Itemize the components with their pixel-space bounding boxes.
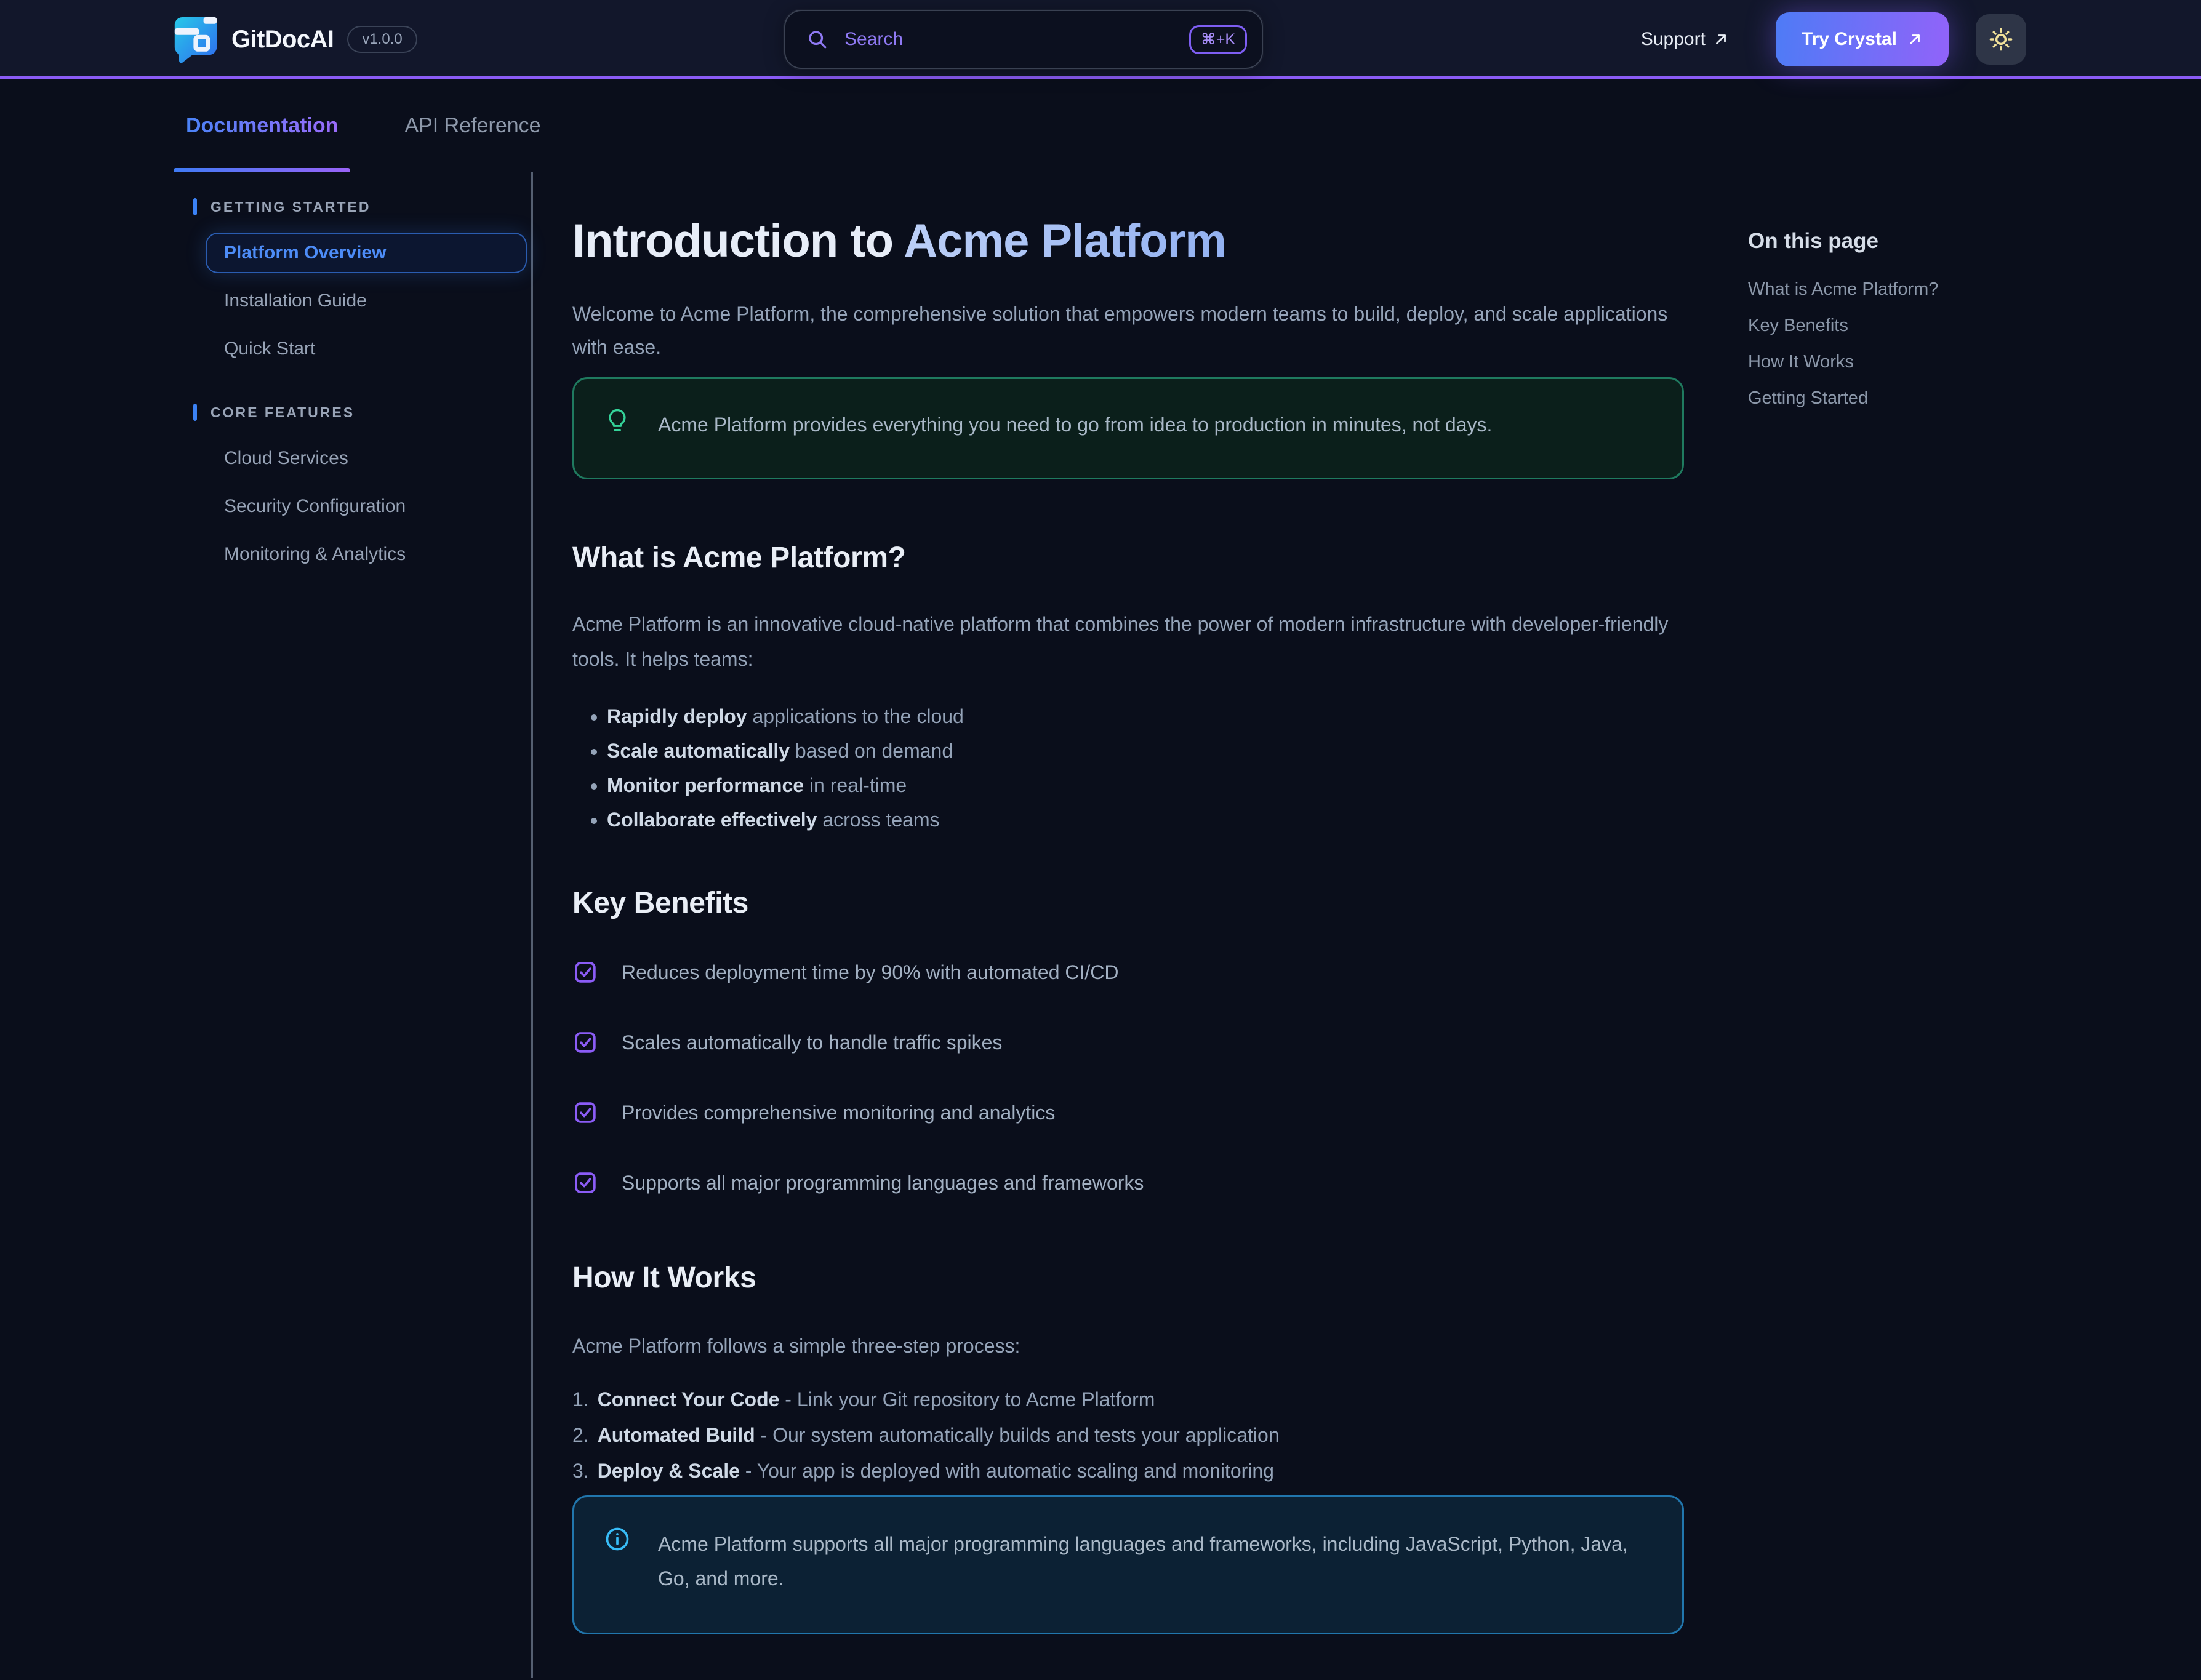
- section-accent-bar: [193, 404, 197, 421]
- list-item: Monitor performance in real-time: [607, 773, 1684, 798]
- page: GitDocAI v1.0.0 Search ⌘+K Support Try C…: [0, 0, 2201, 1680]
- navbar-actions: Support Try Crystal: [1641, 0, 2026, 79]
- support-link[interactable]: Support: [1641, 29, 1729, 50]
- tip-callout: Acme Platform provides everything you ne…: [572, 377, 1684, 479]
- sidebar-item-security-configuration[interactable]: Security Configuration: [206, 486, 527, 527]
- checkbox-checked-icon: [572, 959, 598, 985]
- heading-what-is-acme: What is Acme Platform?: [572, 541, 1684, 575]
- toc-link-how-it-works[interactable]: How It Works: [1748, 352, 2201, 372]
- lightbulb-icon: [604, 407, 631, 441]
- version-badge: v1.0.0: [347, 26, 417, 53]
- search-shortcut-badge: ⌘+K: [1189, 25, 1247, 54]
- primary-tabs: Documentation API Reference: [0, 79, 2201, 172]
- sidebar-section-getting-started: GETTING STARTED: [193, 198, 531, 215]
- page-title-accent: Acme Platform: [904, 215, 1225, 267]
- tab-documentation[interactable]: Documentation: [174, 79, 350, 172]
- info-callout: Acme Platform supports all major program…: [572, 1495, 1684, 1634]
- try-crystal-button[interactable]: Try Crystal: [1776, 12, 1949, 66]
- benefit-row: Reduces deployment time by 90% with auto…: [572, 959, 1684, 985]
- list-item: Rapidly deploy applications to the cloud: [607, 704, 1684, 729]
- page-title: Introduction to Acme Platform: [572, 214, 1684, 268]
- external-link-arrow-icon: [1907, 31, 1923, 47]
- content-layout: GETTING STARTED Platform Overview Instal…: [0, 172, 2201, 1678]
- how-paragraph: Acme Platform follows a simple three-ste…: [572, 1329, 1684, 1362]
- section-accent-bar: [193, 198, 197, 215]
- sidebar-spacer: [0, 377, 531, 404]
- benefit-row: Scales automatically to handle traffic s…: [572, 1030, 1684, 1055]
- benefit-row: Provides comprehensive monitoring and an…: [572, 1100, 1684, 1126]
- toc-link-getting-started[interactable]: Getting Started: [1748, 388, 2201, 409]
- step-item: 1.Connect Your Code - Link your Git repo…: [572, 1387, 1684, 1412]
- tab-api-reference[interactable]: API Reference: [392, 79, 553, 172]
- heading-key-benefits: Key Benefits: [572, 886, 1684, 920]
- external-link-arrow-icon: [1713, 31, 1729, 47]
- gitdoc-logo-icon: [174, 16, 218, 63]
- sidebar-section-core-features: CORE FEATURES: [193, 404, 531, 421]
- intro-paragraph: Welcome to Acme Platform, the comprehens…: [572, 297, 1684, 364]
- on-this-page: On this page What is Acme Platform? Key …: [1684, 172, 2201, 1678]
- info-callout-text: Acme Platform supports all major program…: [658, 1526, 1653, 1596]
- top-navbar: GitDocAI v1.0.0 Search ⌘+K Support Try C…: [0, 0, 2201, 79]
- sidebar-item-monitoring-analytics[interactable]: Monitoring & Analytics: [206, 534, 527, 575]
- brand-group[interactable]: GitDocAI v1.0.0: [174, 0, 417, 79]
- checkbox-checked-icon: [572, 1030, 598, 1055]
- search-placeholder: Search: [844, 29, 903, 50]
- checkbox-checked-icon: [572, 1100, 598, 1126]
- docs-sidebar: GETTING STARTED Platform Overview Instal…: [0, 172, 533, 1678]
- sidebar-item-installation-guide[interactable]: Installation Guide: [206, 281, 527, 321]
- step-item: 2.Automated Build - Our system automatic…: [572, 1423, 1684, 1447]
- steps-list: 1.Connect Your Code - Link your Git repo…: [572, 1387, 1684, 1483]
- info-icon: [604, 1526, 631, 1596]
- benefit-row: Supports all major programming languages…: [572, 1170, 1684, 1196]
- toc-title: On this page: [1748, 229, 2201, 254]
- search-input[interactable]: Search ⌘+K: [784, 10, 1263, 69]
- checkbox-checked-icon: [572, 1170, 598, 1196]
- tip-callout-text: Acme Platform provides everything you ne…: [658, 407, 1492, 441]
- sidebar-item-platform-overview[interactable]: Platform Overview: [206, 233, 527, 273]
- sidebar-item-cloud-services[interactable]: Cloud Services: [206, 438, 527, 479]
- heading-how-it-works: How It Works: [572, 1261, 1684, 1295]
- what-paragraph: Acme Platform is an innovative cloud-nat…: [572, 607, 1684, 677]
- article: Introduction to Acme Platform Welcome to…: [533, 172, 1684, 1678]
- feature-bullet-list: Rapidly deploy applications to the cloud…: [607, 704, 1684, 832]
- toc-link-key-benefits[interactable]: Key Benefits: [1748, 316, 2201, 336]
- toc-link-what-is-acme[interactable]: What is Acme Platform?: [1748, 279, 2201, 300]
- list-item: Scale automatically based on demand: [607, 738, 1684, 763]
- theme-toggle-button[interactable]: [1976, 14, 2026, 65]
- step-item: 3.Deploy & Scale - Your app is deployed …: [572, 1458, 1684, 1483]
- sidebar-item-quick-start[interactable]: Quick Start: [206, 329, 527, 369]
- sun-icon: [1988, 26, 2014, 52]
- list-item: Collaborate effectively across teams: [607, 807, 1684, 832]
- brand-wordmark: GitDocAI: [231, 26, 334, 54]
- search-icon: [806, 28, 828, 50]
